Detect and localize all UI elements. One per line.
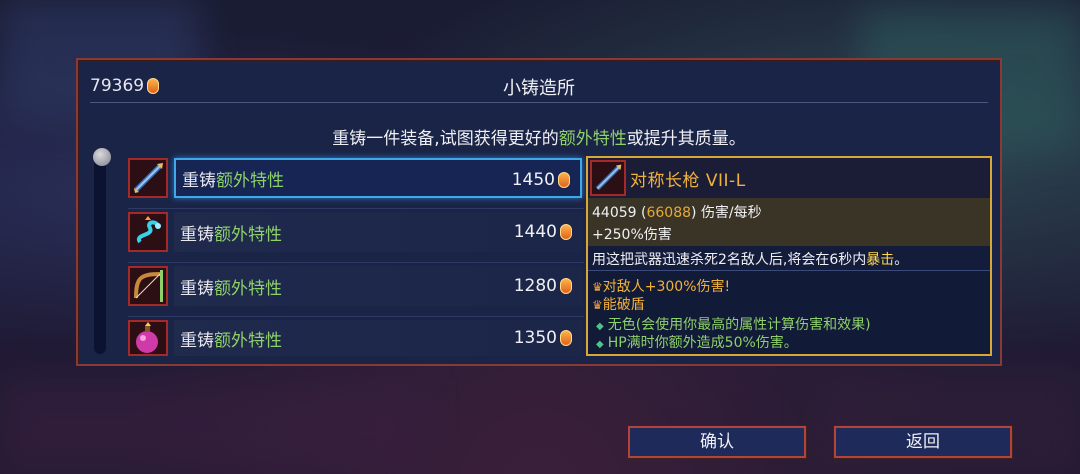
item-label-highlight: 额外特性 [214,224,282,245]
dps-label: 伤害/每秒 [700,205,762,221]
weapon-name: 对称长枪 VII-L [630,171,746,191]
affix-line: ♛对敌人+300%伤害! [592,276,730,296]
item-label-highlight: 额外特性 [214,278,282,299]
item-row: 重铸 额外特性 1350 [174,320,582,356]
description-suffix: 或提升其质量。 [626,129,746,149]
effect-suffix: 。 [894,252,909,268]
tooltip-stats: 44059 (66088) 伤害/每秒 +250%伤害 [588,198,990,246]
diamond-icon: ◆ [596,339,604,350]
trait-text: 无色(会使用你最高的属性计算伤害和效果) [607,317,871,333]
item-cost-value: 1440 [513,222,557,242]
gold-coin-icon [560,278,572,294]
divider [128,262,584,263]
gold-coin-icon [560,224,572,240]
list-item[interactable]: 重铸 额外特性 1450 [128,158,584,209]
serpent-whip-icon [128,212,168,252]
background-decoration [0,380,420,474]
spear-icon [590,160,626,196]
bomb-icon [128,320,168,356]
trait-text: HP满时你额外造成50%伤害。 [607,335,798,351]
item-cost: 1440 [514,212,572,252]
item-cost: 1350 [514,320,572,356]
list-item[interactable]: 重铸 额外特性 1350 [128,320,584,368]
item-row: 重铸 额外特性 1450 [174,158,582,198]
trait-line: ◆ HP满时你额外造成50%伤害。 [588,332,798,352]
item-cost: 1280 [514,266,572,306]
confirm-button[interactable]: 确认 [627,425,807,459]
item-label-prefix: 重铸 [180,330,214,351]
affix-text: 能破盾 [602,297,645,313]
item-row: 重铸 额外特性 1440 [174,212,582,252]
divider [128,208,584,209]
list-item[interactable]: 重铸 额外特性 1280 [128,266,584,317]
item-cost: 1450 [512,160,570,200]
list-item[interactable]: 重铸 额外特性 1440 [128,212,584,263]
item-cost-value: 1350 [513,328,557,348]
panel-description: 重铸一件装备,试图获得更好的额外特性或提升其质量。 [78,124,1000,149]
dps-crit-value: 66088 [646,205,692,221]
item-label-prefix: 重铸 [180,224,214,245]
effect-text: 用这把武器迅速杀死2名敌人后,将会在6秒内暴击。 [592,249,908,269]
item-cost-value: 1450 [511,170,555,190]
dps-line: 44059 (66088) 伤害/每秒 [592,205,762,221]
title-divider [90,102,988,103]
affix-line: ♛能破盾 [592,294,645,314]
item-label-highlight: 额外特性 [216,170,284,191]
effect-prefix: 用这把武器迅速杀死2名敌人后,将会在6秒内 [592,252,867,268]
item-label-prefix: 重铸 [182,170,216,191]
back-button[interactable]: 返回 [833,425,1013,459]
affix-text: 对敌人+300%伤害! [602,279,731,295]
trait-line: ◆ 无色(会使用你最高的属性计算伤害和效果) [588,314,871,334]
crown-icon: ♛ [592,298,603,312]
damage-bonus: +250%伤害 [592,227,672,243]
scrollbar-handle[interactable] [93,148,111,166]
description-prefix: 重铸一件装备,试图获得更好的 [332,129,559,149]
scrollbar-track[interactable] [94,154,106,354]
item-label-prefix: 重铸 [180,278,214,299]
gold-coin-icon [558,172,570,188]
gold-coin-icon [560,330,572,346]
item-row: 重铸 额外特性 1280 [174,266,582,306]
divider [128,316,584,317]
crown-icon: ♛ [592,280,603,294]
background-decoration [820,370,1080,474]
bow-icon [128,266,168,306]
panel-title: 小铸造所 [503,78,575,99]
spear-icon [128,158,168,198]
description-highlight: 额外特性 [558,129,627,149]
tooltip-header: 对称长枪 VII-L [588,158,990,199]
dps-value: 44059 [592,205,637,221]
tooltip-effect: 用这把武器迅速杀死2名敌人后,将会在6秒内暴击。 [588,246,990,271]
item-label-highlight: 额外特性 [214,330,282,351]
effect-highlight: 暴击 [866,252,895,268]
item-cost-value: 1280 [513,276,557,296]
diamond-icon: ◆ [596,321,604,332]
item-tooltip: 对称长枪 VII-L 44059 (66088) 伤害/每秒 +250%伤害 用… [586,156,992,356]
